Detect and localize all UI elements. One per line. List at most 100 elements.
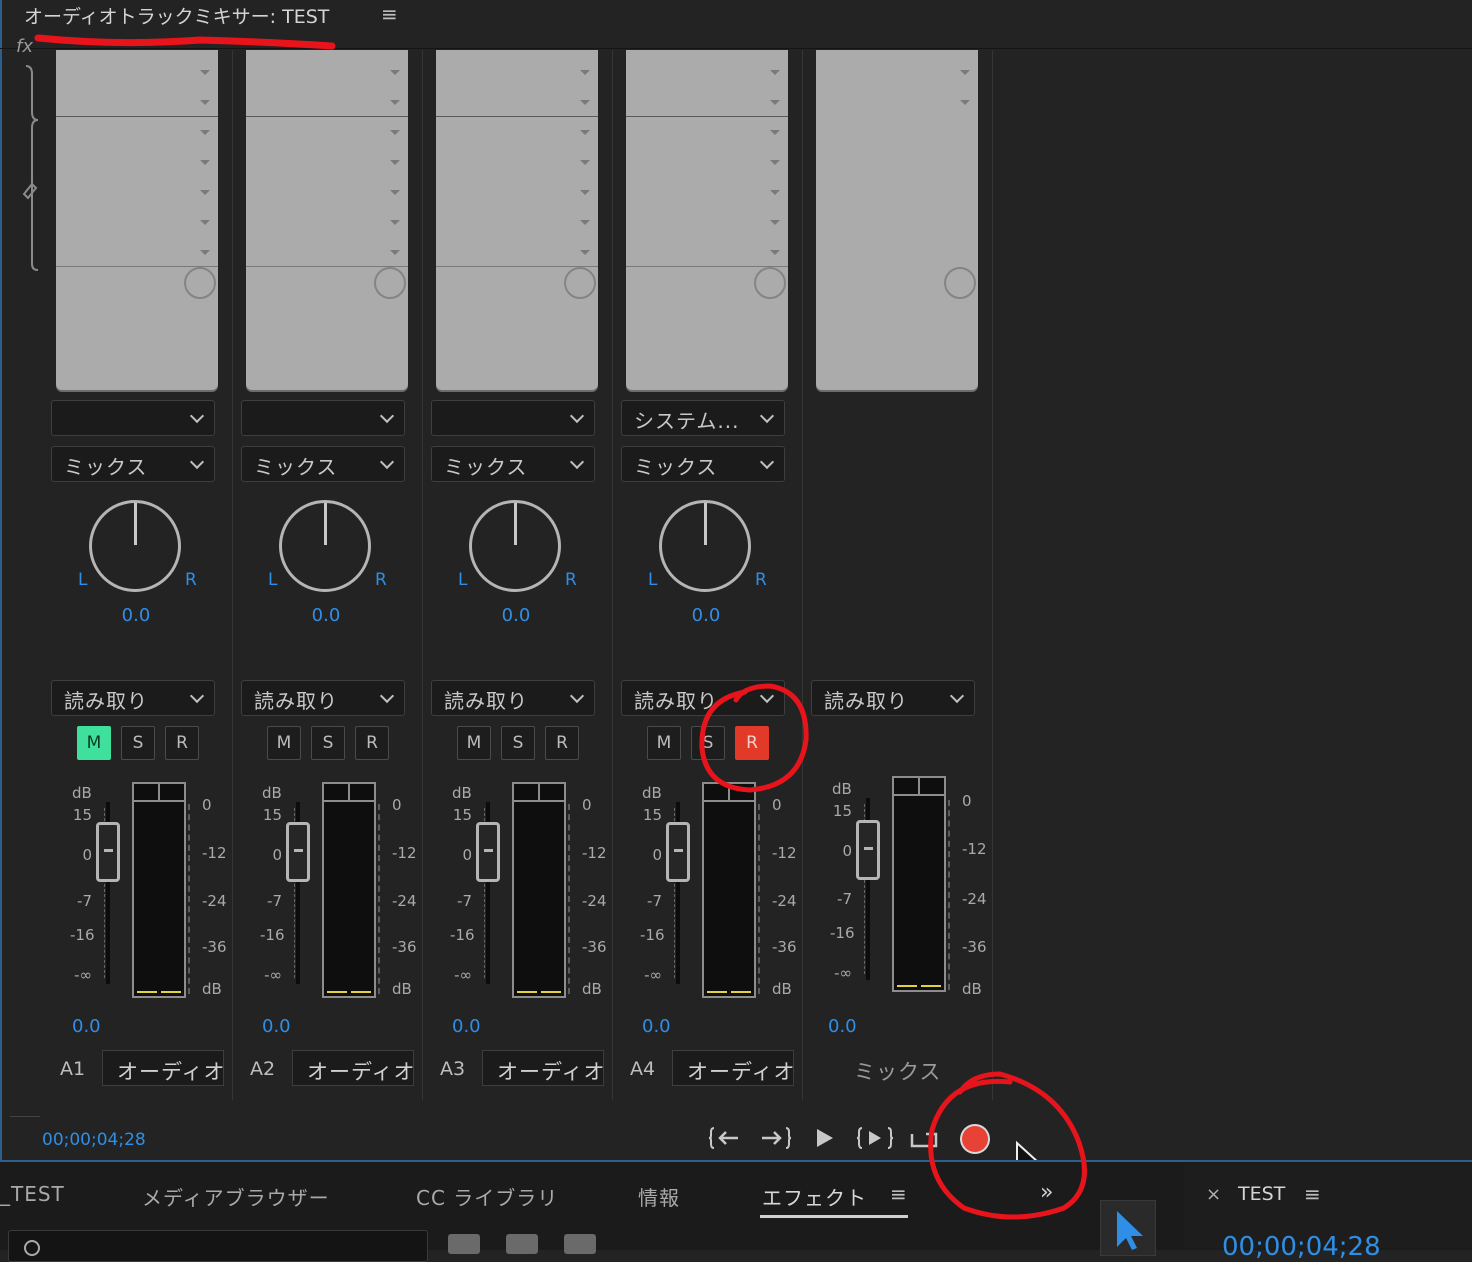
- input-dropdown[interactable]: [51, 400, 215, 436]
- effects-slots[interactable]: [626, 50, 788, 390]
- track-name-field[interactable]: オーディオ: [482, 1050, 604, 1086]
- pan-left-label: L: [458, 570, 468, 590]
- effects-slots[interactable]: [436, 50, 598, 390]
- solo-button[interactable]: S: [121, 726, 155, 760]
- track-name-field[interactable]: オーディオ: [102, 1050, 224, 1086]
- volume-value[interactable]: 0.0: [642, 1016, 671, 1037]
- timecode-display[interactable]: 00;00;04;28: [42, 1130, 146, 1150]
- master-strip: 読み取り dB 15 0 -7 -16 -∞ 0 -12 -24 -36 dB …: [802, 50, 993, 1100]
- track-id: A2: [250, 1058, 276, 1080]
- automation-mode-dropdown[interactable]: 読み取り: [811, 680, 975, 716]
- track-name-field[interactable]: オーディオ: [672, 1050, 794, 1086]
- record-enable-button[interactable]: R: [165, 726, 199, 760]
- output-dropdown[interactable]: ミックス: [51, 446, 215, 482]
- tab-test-project[interactable]: _TEST: [0, 1182, 65, 1206]
- fx-icon[interactable]: fx: [16, 36, 33, 57]
- pan-value[interactable]: 0.0: [674, 605, 738, 626]
- send-knob-icon[interactable]: [754, 267, 786, 299]
- output-dropdown[interactable]: ミックス: [241, 446, 405, 482]
- sequence-menu-icon[interactable]: ≡: [1304, 1182, 1321, 1206]
- divider: [10, 1116, 40, 1117]
- pan-knob[interactable]: [89, 500, 181, 592]
- pan-right-label: R: [565, 570, 577, 590]
- solo-button[interactable]: S: [691, 726, 725, 760]
- pan-left-label: L: [648, 570, 658, 590]
- tab-menu-icon[interactable]: ≡: [890, 1182, 908, 1206]
- send-knob-icon[interactable]: [184, 267, 216, 299]
- volume-value[interactable]: 0.0: [262, 1016, 291, 1037]
- effects-slots[interactable]: [56, 50, 218, 390]
- effects-search-input[interactable]: [8, 1230, 428, 1262]
- yuv-effects-icon[interactable]: [564, 1234, 596, 1254]
- tab-cc-libraries[interactable]: CC ライブラリ: [416, 1182, 558, 1211]
- pan-value[interactable]: 0.0: [484, 605, 548, 626]
- chevron-down-icon: [379, 454, 395, 470]
- volume-fader-handle[interactable]: [666, 822, 690, 882]
- tab-media-browser[interactable]: メディアブラウザー: [142, 1182, 330, 1211]
- mute-button[interactable]: M: [457, 726, 491, 760]
- record-button[interactable]: [962, 1126, 988, 1152]
- track-strip-a2: ミックス L R 0.0 読み取り M S R dB 15 0 -7 -16 -…: [232, 50, 423, 1100]
- mute-button[interactable]: M: [267, 726, 301, 760]
- play-in-to-out-icon[interactable]: [856, 1124, 894, 1152]
- pan-value[interactable]: 0.0: [294, 605, 358, 626]
- automation-mode-dropdown[interactable]: 読み取り: [431, 680, 595, 716]
- chevron-down-icon: [569, 408, 585, 424]
- sequence-timecode[interactable]: 00;00;04;28: [1222, 1232, 1381, 1262]
- volume-fader-handle[interactable]: [96, 822, 120, 882]
- chevron-down-icon: [759, 688, 775, 704]
- volume-value[interactable]: 0.0: [452, 1016, 481, 1037]
- pan-knob[interactable]: [659, 500, 751, 592]
- send-knob-icon[interactable]: [374, 267, 406, 299]
- chevron-down-icon: [569, 454, 585, 470]
- fader-db-label: dB: [262, 784, 282, 802]
- tab-info[interactable]: 情報: [638, 1182, 680, 1211]
- pan-value[interactable]: 0.0: [104, 605, 168, 626]
- track-name-field[interactable]: オーディオ: [292, 1050, 414, 1086]
- effects-slots[interactable]: [246, 50, 408, 390]
- pan-left-label: L: [268, 570, 278, 590]
- effects-slots[interactable]: [816, 50, 978, 390]
- panel-menu-icon[interactable]: ≡: [381, 2, 398, 26]
- level-meter: [892, 776, 946, 992]
- send-knob-icon[interactable]: [564, 267, 596, 299]
- pan-knob[interactable]: [469, 500, 561, 592]
- record-enable-button[interactable]: R: [545, 726, 579, 760]
- input-dropdown[interactable]: システム...: [621, 400, 785, 436]
- mute-button[interactable]: M: [77, 726, 111, 760]
- close-icon[interactable]: ×: [1206, 1184, 1221, 1205]
- volume-fader-handle[interactable]: [476, 822, 500, 882]
- input-dropdown[interactable]: [431, 400, 595, 436]
- tab-effects[interactable]: エフェクト: [762, 1182, 867, 1211]
- go-to-out-point-icon[interactable]: [758, 1124, 792, 1152]
- record-enable-button[interactable]: R: [735, 726, 769, 760]
- solo-button[interactable]: S: [501, 726, 535, 760]
- input-dropdown[interactable]: [241, 400, 405, 436]
- go-to-in-point-icon[interactable]: [708, 1124, 742, 1152]
- solo-button[interactable]: S: [311, 726, 345, 760]
- tab-sequence-test[interactable]: TEST: [1238, 1183, 1285, 1205]
- loop-icon[interactable]: [908, 1124, 942, 1152]
- send-knob-icon[interactable]: [944, 267, 976, 299]
- panel-title[interactable]: オーディオトラックミキサー: TEST: [24, 2, 329, 29]
- output-dropdown[interactable]: ミックス: [621, 446, 785, 482]
- output-dropdown[interactable]: ミックス: [431, 446, 595, 482]
- pan-knob[interactable]: [279, 500, 371, 592]
- volume-value[interactable]: 0.0: [72, 1016, 101, 1037]
- automation-mode-dropdown[interactable]: 読み取り: [621, 680, 785, 716]
- pan-right-label: R: [375, 570, 387, 590]
- play-icon[interactable]: [812, 1124, 836, 1152]
- 32bit-effects-icon[interactable]: [506, 1234, 538, 1254]
- track-id: A3: [440, 1058, 466, 1080]
- accelerated-effects-icon[interactable]: [448, 1234, 480, 1254]
- volume-fader-handle[interactable]: [856, 820, 880, 880]
- active-tab-indicator: [760, 1215, 908, 1218]
- record-enable-button[interactable]: R: [355, 726, 389, 760]
- volume-fader-handle[interactable]: [286, 822, 310, 882]
- mute-button[interactable]: M: [647, 726, 681, 760]
- search-icon: [24, 1240, 40, 1256]
- tab-overflow-icon[interactable]: »: [1040, 1180, 1053, 1205]
- automation-mode-dropdown[interactable]: 読み取り: [241, 680, 405, 716]
- volume-value[interactable]: 0.0: [828, 1016, 857, 1037]
- automation-mode-dropdown[interactable]: 読み取り: [51, 680, 215, 716]
